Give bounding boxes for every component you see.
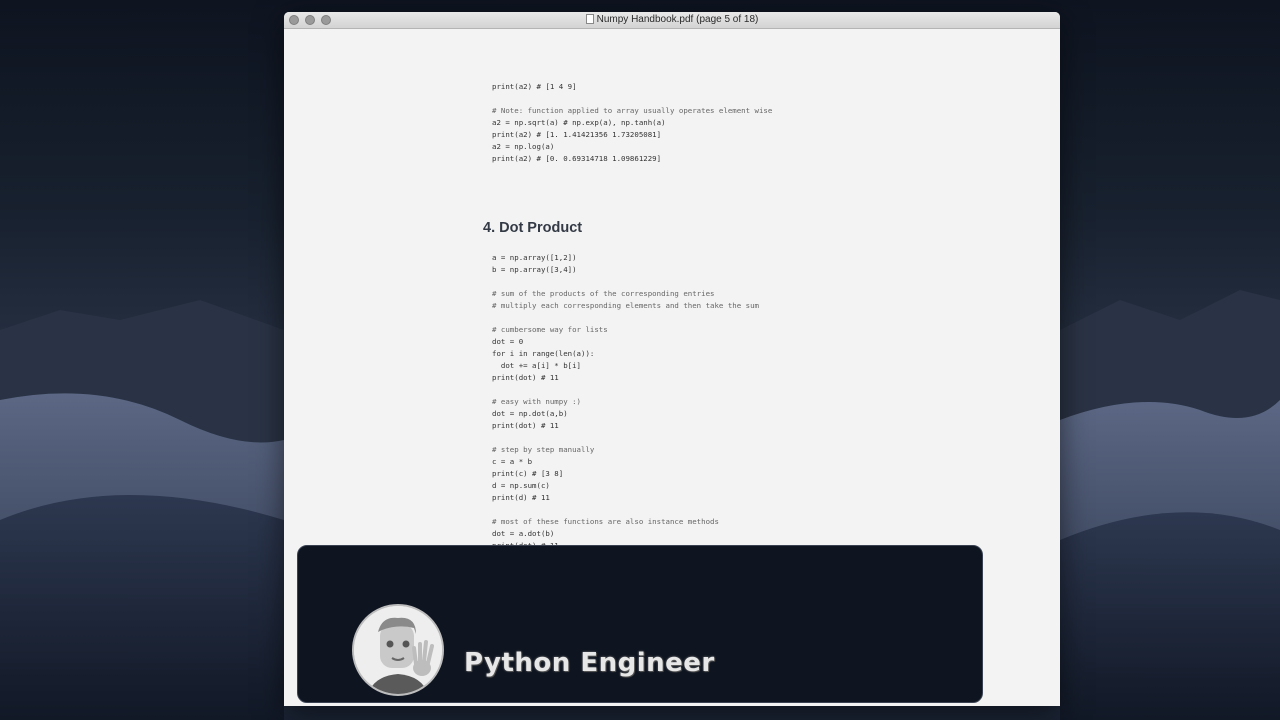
code-comment-line: # multiply each corresponding elements a…	[492, 301, 759, 310]
code-comment-line: # Note: function applied to array usuall…	[492, 106, 773, 115]
code-comment-line: # step by step manually	[492, 445, 595, 454]
code-line: a2 = np.sqrt(a) # np.exp(a), np.tanh(a)	[492, 118, 666, 127]
code-line: dot = np.dot(a,b)	[492, 409, 568, 418]
code-comment-line: # easy with numpy :)	[492, 397, 581, 406]
window-titlebar[interactable]: Numpy Handbook.pdf (page 5 of 18)	[284, 12, 1060, 29]
code-line: for i in range(len(a)):	[492, 349, 595, 358]
code-line: d = np.sum(c)	[492, 481, 550, 490]
code-comment-line: # most of these functions are also insta…	[492, 517, 719, 526]
code-line: dot = 0	[492, 337, 524, 346]
code-line: print(a2) # [0. 0.69314718 1.09861229]	[492, 154, 662, 163]
code-line: print(d) # 11	[492, 493, 550, 502]
window-title-wrap: Numpy Handbook.pdf (page 5 of 18)	[284, 13, 1060, 27]
code-line: b = np.array([3,4])	[492, 265, 577, 274]
avatar-waving-icon	[352, 604, 444, 696]
window-title: Numpy Handbook.pdf (page 5 of 18)	[596, 14, 759, 25]
code-line: print(a2) # [1. 1.41421356 1.73205081]	[492, 130, 662, 139]
section-heading: 4. Dot Product	[483, 220, 583, 236]
pdf-document-icon	[585, 14, 594, 24]
code-line: dot = a.dot(b)	[492, 529, 555, 538]
code-comment-line: # cumbersome way for lists	[492, 325, 608, 334]
code-line: print(c) # [3 8]	[492, 469, 564, 478]
avatar-illustration	[354, 606, 442, 694]
code-line: dot += a[i] * b[i]	[492, 361, 581, 370]
code-line: print(a2) # [1 4 9]	[492, 82, 577, 91]
channel-name: Python Engineer	[464, 648, 715, 678]
code-block-dot-product: a = np.array([1,2]) b = np.array([3,4]) # …	[492, 252, 759, 552]
code-line: c = a * b	[492, 457, 533, 466]
code-block-elementwise: print(a2) # [1 4 9] # Note: function appl…	[492, 81, 772, 165]
code-line: print(dot) # 11	[492, 421, 559, 430]
code-line: a = np.array([1,2])	[492, 253, 577, 262]
code-comment-line: # sum of the products of the correspondi…	[492, 289, 715, 298]
code-line: print(dot) # 11	[492, 373, 559, 382]
code-line: a2 = np.log(a)	[492, 142, 555, 151]
